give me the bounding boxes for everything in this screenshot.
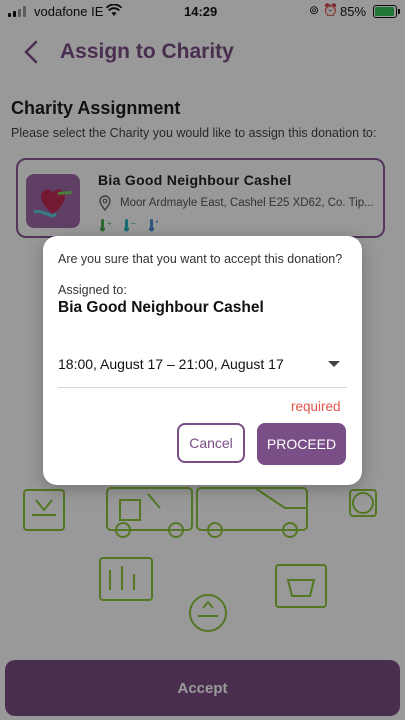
chevron-down-icon[interactable] (328, 361, 340, 367)
dialog-question: Are you sure that you want to accept thi… (58, 252, 343, 266)
confirm-dialog: Are you sure that you want to accept thi… (43, 236, 362, 485)
select-underline (58, 387, 347, 388)
assigned-charity-name: Bia Good Neighbour Cashel (58, 299, 264, 316)
proceed-button[interactable]: PROCEED (257, 423, 346, 465)
required-message: required (291, 399, 341, 414)
cancel-button[interactable]: Cancel (177, 423, 245, 463)
assigned-to-label: Assigned to: (58, 283, 127, 297)
time-slot-select[interactable]: 18:00, August 17 – 21:00, August 17 (58, 356, 284, 372)
